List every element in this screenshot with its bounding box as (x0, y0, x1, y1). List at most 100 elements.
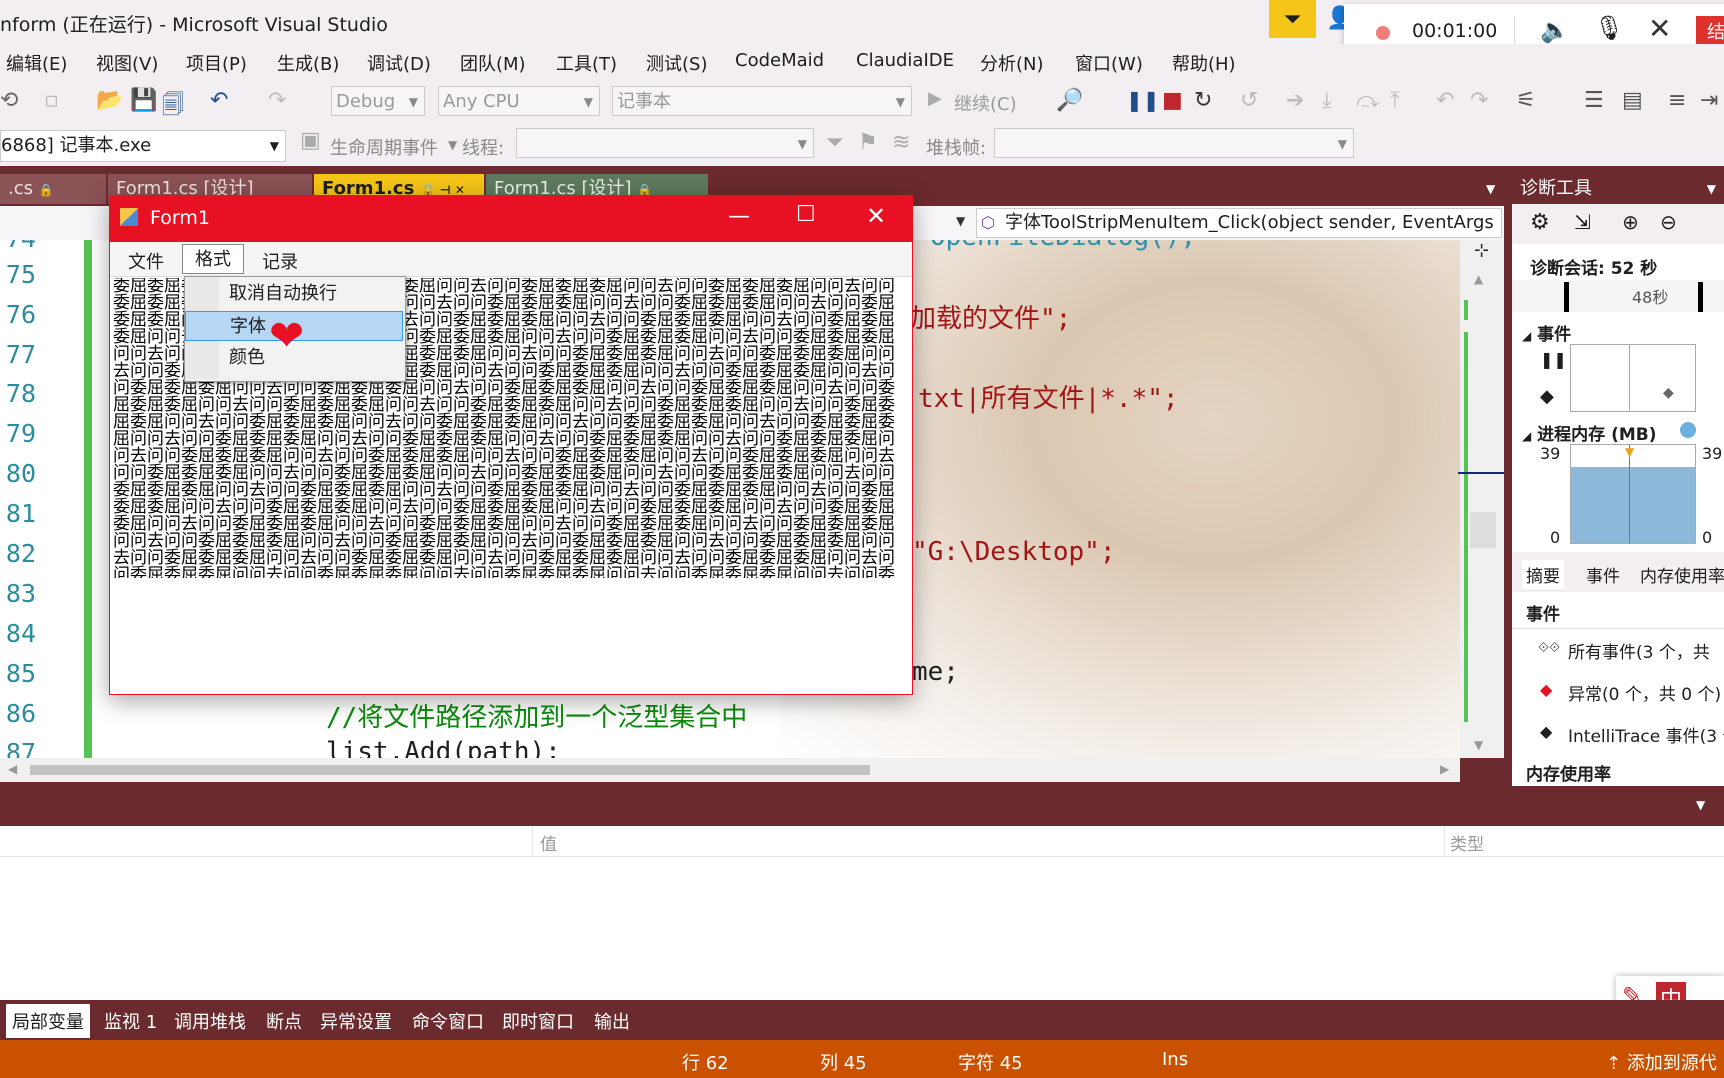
tab-summary[interactable]: 摘要 (1522, 560, 1564, 589)
tab-label: .cs (8, 178, 33, 199)
save-icon[interactable]: 💾 (130, 88, 157, 113)
scroll-down-icon[interactable]: ▼ (1474, 738, 1483, 752)
open-folder-icon[interactable]: 📂 (96, 88, 123, 113)
menu-project[interactable]: 项目(P) (186, 50, 247, 76)
zoom-out-icon[interactable]: ⊖ (1660, 210, 1677, 234)
forward-icon[interactable]: ↷ (1470, 88, 1488, 113)
menu-item-toggle-wrap[interactable]: 取消自动换行 (185, 279, 403, 309)
member-select[interactable]: ⬡ 字体ToolStripMenuItem_Click(object sende… (976, 208, 1502, 238)
maximize-icon[interactable]: ☐ (796, 202, 816, 227)
settings-icon[interactable]: ⚙ (1530, 210, 1550, 235)
scroll-left-icon[interactable]: ◀ (8, 762, 17, 776)
filter-icon[interactable]: ⏷ (1269, 0, 1316, 38)
tab-call-stack[interactable]: 调用堆栈 (174, 1008, 246, 1034)
threads-icon[interactable]: ≋ (892, 130, 910, 155)
tab-cs[interactable]: .cs 🔒 (0, 174, 106, 204)
show-next-icon[interactable]: ➔ (1286, 88, 1304, 113)
menu-file[interactable]: 文件 (128, 248, 164, 274)
tab-breakpoints[interactable]: 断点 (266, 1008, 302, 1034)
process-select[interactable]: 6868] 记事本.exe ▼ (0, 130, 286, 162)
platform-select[interactable]: Any CPU ▼ (438, 86, 600, 116)
indent-icon[interactable]: ⇥ (1700, 88, 1718, 113)
zoom-in-icon[interactable]: ⊕ (1622, 210, 1639, 234)
menu-edit[interactable]: 编辑(E) (6, 50, 67, 76)
chevron-down-icon[interactable]: ▼ (956, 214, 965, 228)
exceptions-link[interactable]: 异常(0 个，共 0 个) (1568, 680, 1721, 705)
split-icon[interactable]: ⊹ (1474, 240, 1489, 261)
scroll-up-icon[interactable]: ▲ (1474, 272, 1483, 286)
status-char: 字符 45 (958, 1053, 1023, 1074)
add-to-source-control[interactable]: ⇡ 添加到源代 (1606, 1049, 1717, 1075)
tab-events[interactable]: 事件 (1586, 562, 1620, 587)
find-icon[interactable]: 🔎 (1056, 88, 1083, 113)
menu-test[interactable]: 测试(S) (646, 50, 707, 76)
breakpoint-icon[interactable]: ⚟ (1516, 88, 1536, 113)
menu-codemaid[interactable]: CodeMaid (735, 50, 824, 71)
column-type[interactable]: 类型 (1450, 830, 1484, 855)
chevron-down-icon[interactable]: ▼ (448, 138, 457, 152)
all-events-link[interactable]: 所有事件(3 个，共 (1568, 638, 1710, 663)
restart-icon[interactable]: ↻ (1194, 88, 1212, 113)
continue-button[interactable]: 继续(C) (954, 90, 1017, 116)
comment-icon[interactable]: ☰ (1584, 88, 1604, 113)
close-icon[interactable]: ✕ (1648, 12, 1671, 45)
tab-output[interactable]: 输出 (594, 1008, 630, 1034)
tab-overflow-icon[interactable]: ▼ (1486, 182, 1495, 196)
step-out-icon[interactable]: ⤒ (1390, 88, 1400, 113)
menu-window[interactable]: 窗口(W) (1075, 50, 1143, 76)
menu-claudiaide[interactable]: ClaudiaIDE (856, 50, 954, 71)
tab-exception-settings[interactable]: 异常设置 (320, 1008, 392, 1034)
align-icon[interactable]: ≡ (1668, 88, 1686, 113)
scroll-right-icon[interactable]: ▶ (1440, 762, 1449, 776)
back-icon[interactable]: ↶ (1436, 88, 1454, 113)
menu-build[interactable]: 生成(B) (277, 50, 339, 76)
vertical-scrollbar[interactable]: ⊹ ▲ ▼ (1458, 240, 1504, 758)
close-icon[interactable]: ✕ (866, 202, 886, 230)
volume-icon[interactable]: 🔈 (1540, 16, 1570, 44)
chevron-down-icon[interactable]: ▼ (1696, 798, 1705, 812)
filter-threads-icon[interactable]: ⏷ (826, 130, 844, 155)
tab-watch[interactable]: 监视 1 (104, 1008, 157, 1034)
stack-frame-select[interactable]: ▼ (994, 128, 1354, 158)
form1-title-bar[interactable]: Form1 — ☐ ✕ (110, 196, 912, 242)
lifecycle-events-button[interactable]: 生命周期事件 (330, 134, 438, 160)
step-over-icon[interactable]: ⤼ (1356, 88, 1380, 113)
horizontal-scroll-thumb[interactable] (30, 765, 870, 775)
stop-icon[interactable]: ■ (1162, 88, 1183, 113)
code-line-78: txt|所有文件|*.*"; (918, 384, 1179, 414)
tab-command-window[interactable]: 命令窗口 (412, 1008, 484, 1034)
menu-format[interactable]: 格式 (182, 244, 244, 274)
menu-view[interactable]: 视图(V) (96, 50, 158, 76)
tab-immediate-window[interactable]: 即时窗口 (502, 1008, 574, 1034)
export-icon[interactable]: ⇲ (1574, 210, 1591, 234)
column-value[interactable]: 值 (540, 830, 557, 855)
new-item-icon[interactable]: ▫ (44, 88, 59, 113)
intellitrace-link[interactable]: IntelliTrace 事件(3 个 (1568, 722, 1724, 747)
horizontal-scrollbar[interactable]: ◀ ▶ (0, 758, 1460, 782)
format-icon[interactable]: ▤ (1622, 88, 1643, 113)
save-all-icon[interactable]: 🗐 (162, 88, 184, 126)
menu-analyze[interactable]: 分析(N) (980, 50, 1044, 76)
menu-record[interactable]: 记录 (262, 248, 298, 274)
timeline-ruler[interactable]: 48秒 (1512, 280, 1724, 312)
menu-tools[interactable]: 工具(T) (556, 50, 617, 76)
config-select[interactable]: Debug ▼ (331, 86, 425, 116)
menu-debug[interactable]: 调试(D) (367, 50, 431, 76)
navigate-icon[interactable]: ⟲ (0, 88, 18, 113)
menu-team[interactable]: 团队(M) (460, 50, 526, 76)
undo-icon[interactable]: ↶ (210, 88, 228, 113)
step-into-icon[interactable]: ⤓ (1322, 88, 1332, 113)
redo-icon[interactable]: ↷ (268, 88, 286, 113)
pause-icon[interactable]: ❚❚ (1126, 88, 1160, 112)
tab-locals[interactable]: 局部变量 (6, 1004, 90, 1038)
startup-select[interactable]: 记事本 ▼ (612, 86, 912, 116)
thread-select[interactable]: ▼ (516, 128, 814, 158)
hot-reload-icon[interactable]: ↺ (1240, 88, 1258, 113)
menu-help[interactable]: 帮助(H) (1172, 50, 1236, 76)
vertical-scroll-thumb[interactable] (1470, 512, 1496, 548)
tab-memory-usage[interactable]: 内存使用率 (1640, 562, 1724, 587)
minimize-icon[interactable]: — (728, 204, 750, 229)
continue-icon[interactable]: ▶ (928, 88, 942, 109)
flag-icon[interactable]: ⚑ (858, 130, 878, 155)
microphone-icon[interactable]: 🎙 (1594, 14, 1624, 42)
